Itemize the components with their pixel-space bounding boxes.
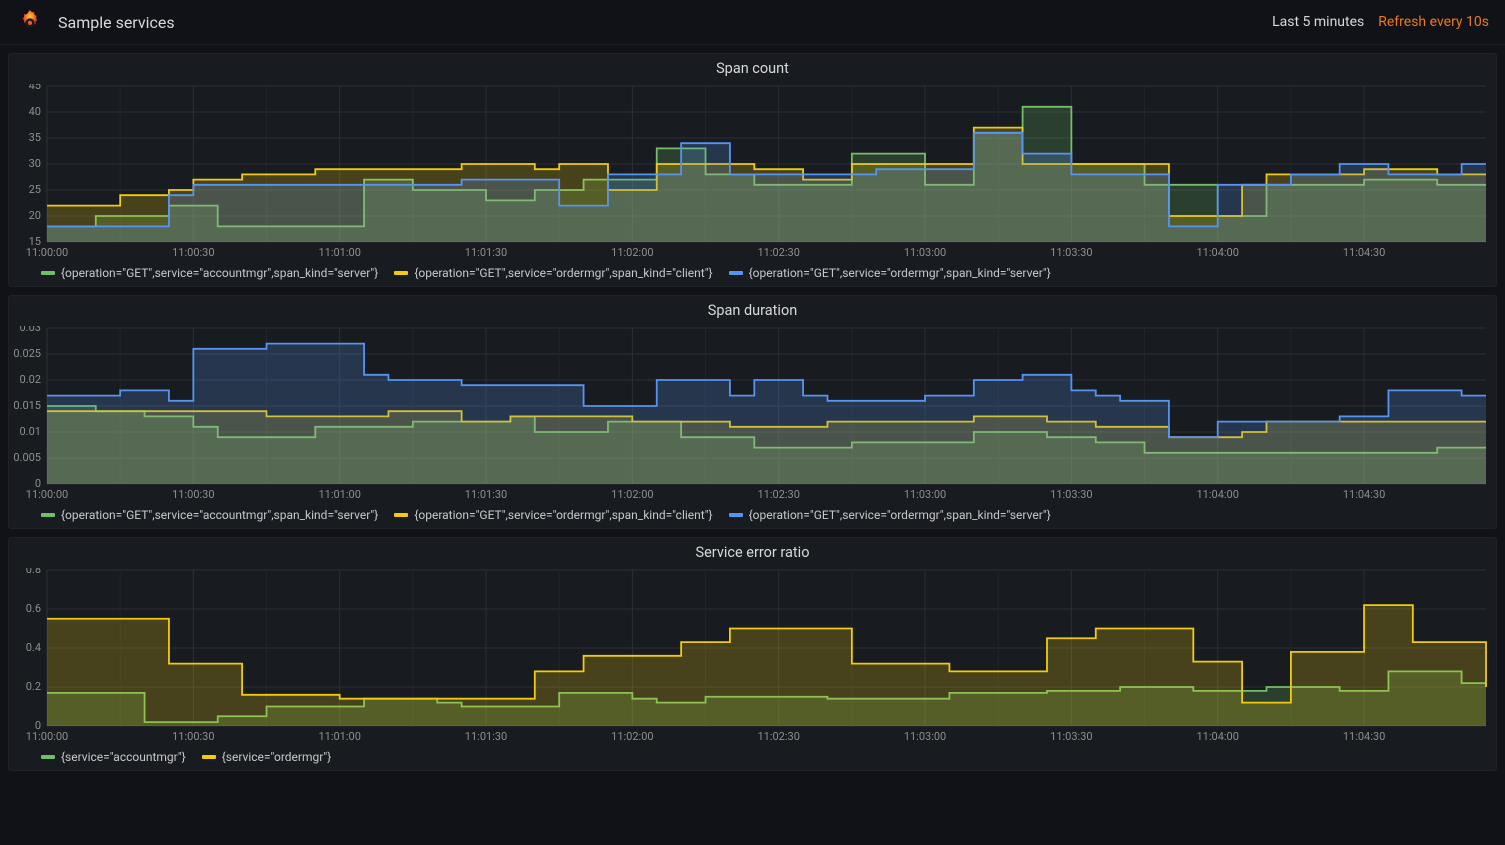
x-tick-label: 11:03:30: [1050, 730, 1092, 743]
x-tick-label: 11:02:00: [611, 488, 653, 501]
x-tick-label: 11:00:00: [26, 730, 68, 743]
x-tick-label: 11:02:00: [611, 730, 653, 743]
legend-item[interactable]: {service="ordermgr"}: [202, 750, 332, 764]
series-area: [47, 605, 1486, 726]
x-tick-label: 11:01:00: [318, 730, 360, 743]
chart-legend: {operation="GET",service="accountmgr",sp…: [9, 504, 1496, 528]
series-area: [47, 344, 1486, 484]
y-tick-label: 0.4: [26, 641, 41, 654]
time-range-picker[interactable]: Last 5 minutes: [1272, 14, 1364, 30]
chart-plot[interactable]: 00.0050.010.0150.020.0250.0311:00:0011:0…: [9, 326, 1496, 504]
y-tick-label: 35: [29, 131, 41, 144]
legend-item[interactable]: {operation="GET",service="accountmgr",sp…: [41, 508, 378, 522]
x-tick-label: 11:04:30: [1343, 488, 1385, 501]
panel-title[interactable]: Span count: [9, 54, 1496, 84]
legend-swatch-icon: [394, 513, 408, 517]
x-tick-label: 11:00:00: [26, 246, 68, 259]
legend-item[interactable]: {operation="GET",service="ordermgr",span…: [394, 266, 712, 280]
legend-label: {service="accountmgr"}: [61, 750, 186, 764]
x-tick-label: 11:01:30: [465, 730, 507, 743]
y-tick-label: 0.02: [20, 373, 41, 386]
legend-swatch-icon: [202, 755, 216, 759]
legend-label: {service="ordermgr"}: [222, 750, 332, 764]
y-tick-label: 0.01: [20, 425, 41, 438]
x-tick-label: 11:03:00: [904, 246, 946, 259]
x-tick-label: 11:04:00: [1197, 488, 1239, 501]
y-tick-label: 20: [29, 209, 41, 222]
dashboard-title[interactable]: Sample services: [58, 13, 175, 32]
x-tick-label: 11:03:30: [1050, 246, 1092, 259]
y-tick-label: 0.6: [26, 602, 41, 615]
legend-label: {operation="GET",service="accountmgr",sp…: [61, 266, 378, 280]
x-tick-label: 11:02:30: [757, 246, 799, 259]
x-tick-label: 11:00:30: [172, 730, 214, 743]
panel-title[interactable]: Service error ratio: [9, 538, 1496, 568]
panel-title[interactable]: Span duration: [9, 296, 1496, 326]
y-tick-label: 0.015: [13, 399, 41, 412]
chart-legend: {service="accountmgr"} {service="ordermgr…: [9, 746, 1496, 770]
y-tick-label: 0.005: [13, 451, 41, 464]
legend-label: {operation="GET",service="ordermgr",span…: [414, 266, 712, 280]
x-tick-label: 11:00:30: [172, 488, 214, 501]
chart-legend: {operation="GET",service="accountmgr",sp…: [9, 262, 1496, 286]
x-tick-label: 11:04:00: [1197, 730, 1239, 743]
x-tick-label: 11:04:00: [1197, 246, 1239, 259]
y-tick-label: 0.2: [26, 680, 41, 693]
chart-plot[interactable]: 1520253035404511:00:0011:00:3011:01:0011…: [9, 84, 1496, 262]
x-tick-label: 11:03:00: [904, 488, 946, 501]
legend-swatch-icon: [41, 513, 55, 517]
series-area: [47, 133, 1486, 242]
x-tick-label: 11:01:00: [318, 246, 360, 259]
legend-swatch-icon: [41, 271, 55, 275]
x-tick-label: 11:00:30: [172, 246, 214, 259]
x-tick-label: 11:04:30: [1343, 246, 1385, 259]
legend-swatch-icon: [41, 755, 55, 759]
legend-item[interactable]: {service="accountmgr"}: [41, 750, 186, 764]
y-tick-label: 40: [29, 105, 41, 118]
x-tick-label: 11:02:30: [757, 488, 799, 501]
x-tick-label: 11:00:00: [26, 488, 68, 501]
y-tick-label: 0.025: [13, 347, 41, 360]
x-tick-label: 11:03:00: [904, 730, 946, 743]
x-tick-label: 11:01:00: [318, 488, 360, 501]
x-tick-label: 11:02:30: [757, 730, 799, 743]
dashboard-grid: Span count1520253035404511:00:0011:00:30…: [0, 45, 1505, 779]
legend-label: {operation="GET",service="ordermgr",span…: [749, 266, 1051, 280]
legend-label: {operation="GET",service="ordermgr",span…: [414, 508, 712, 522]
legend-item[interactable]: {operation="GET",service="ordermgr",span…: [394, 508, 712, 522]
y-tick-label: 0.8: [26, 568, 41, 576]
legend-label: {operation="GET",service="accountmgr",sp…: [61, 508, 378, 522]
legend-swatch-icon: [729, 271, 743, 275]
x-tick-label: 11:04:30: [1343, 730, 1385, 743]
legend-swatch-icon: [394, 271, 408, 275]
panel-span-count: Span count1520253035404511:00:0011:00:30…: [8, 53, 1497, 287]
panel-span-duration: Span duration00.0050.010.0150.020.0250.0…: [8, 295, 1497, 529]
legend-label: {operation="GET",service="ordermgr",span…: [749, 508, 1051, 522]
x-tick-label: 11:02:00: [611, 246, 653, 259]
x-tick-label: 11:01:30: [465, 246, 507, 259]
legend-swatch-icon: [729, 513, 743, 517]
y-tick-label: 25: [29, 183, 41, 196]
topbar: Sample services Last 5 minutes Refresh e…: [0, 0, 1505, 45]
chart-plot[interactable]: 00.20.40.60.811:00:0011:00:3011:01:0011:…: [9, 568, 1496, 746]
y-tick-label: 30: [29, 157, 41, 170]
legend-item[interactable]: {operation="GET",service="accountmgr",sp…: [41, 266, 378, 280]
y-tick-label: 0.03: [20, 326, 41, 334]
x-tick-label: 11:01:30: [465, 488, 507, 501]
x-tick-label: 11:03:30: [1050, 488, 1092, 501]
legend-item[interactable]: {operation="GET",service="ordermgr",span…: [729, 266, 1051, 280]
grafana-logo-icon[interactable]: [16, 8, 44, 36]
y-tick-label: 45: [29, 84, 41, 92]
refresh-interval-picker[interactable]: Refresh every 10s: [1378, 14, 1489, 30]
panel-error-ratio: Service error ratio00.20.40.60.811:00:00…: [8, 537, 1497, 771]
legend-item[interactable]: {operation="GET",service="ordermgr",span…: [729, 508, 1051, 522]
